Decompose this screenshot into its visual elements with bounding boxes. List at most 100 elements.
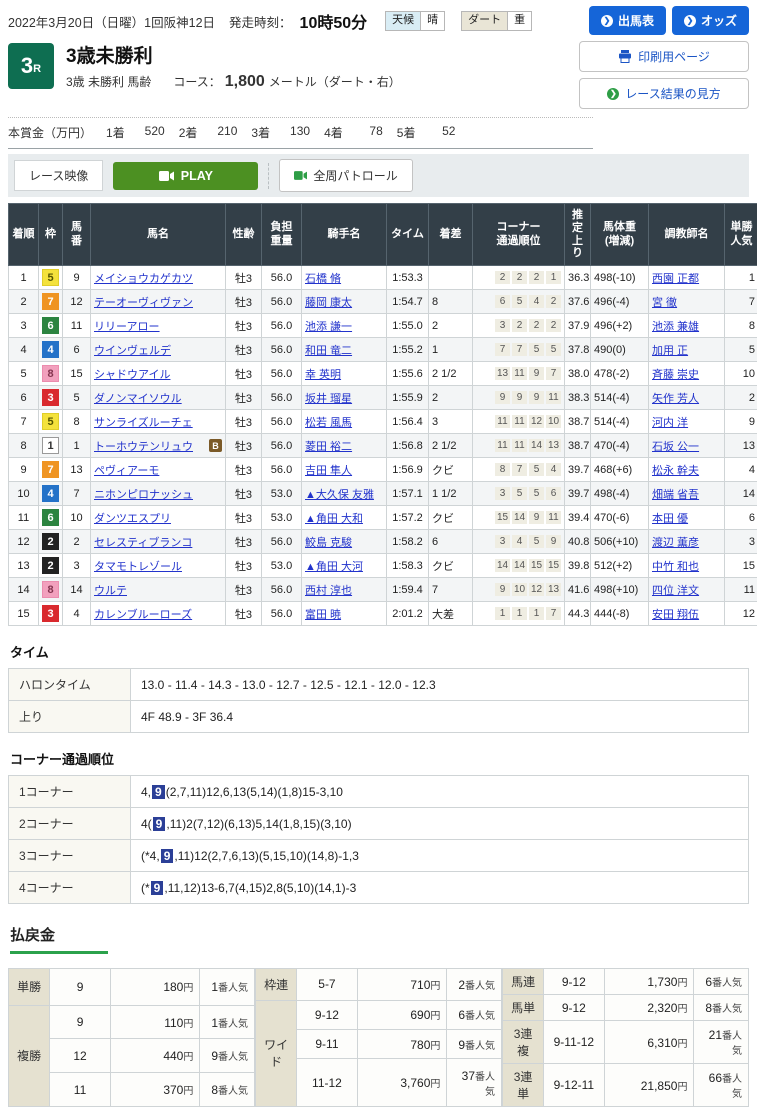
jockey-cell: 松若 風馬 — [302, 410, 387, 434]
jockey-name-link[interactable]: 松若 風馬 — [305, 417, 352, 429]
sex-age: 牡3 — [226, 506, 262, 530]
corner-position: 11 — [546, 391, 561, 404]
result-row: 1534カレンブルーローズ牡356.0富田 暁2:01.2大差111744.34… — [9, 602, 757, 626]
yen-suffix: 円 — [183, 1052, 193, 1063]
jockey-name-link[interactable]: 坂井 瑠星 — [305, 393, 352, 405]
horse-name-link[interactable]: リリーアロー — [94, 318, 160, 334]
body-weight: 514(-4) — [591, 386, 649, 410]
jockey-name-link[interactable]: 鮫島 克駿 — [305, 537, 352, 549]
horse-name-cell: メイショウカゲカツ — [91, 266, 226, 290]
course-detail: メートル（ダート・右） — [269, 73, 401, 90]
horse-name-link[interactable]: シャドウアイル — [94, 366, 170, 382]
trainer-name-link[interactable]: 西園 正都 — [652, 273, 699, 285]
horse-name-link[interactable]: ペヴィアーモ — [94, 462, 159, 478]
bet-type-label: ワイド — [256, 1000, 297, 1106]
frame-cell: 7 — [39, 458, 63, 482]
col-corner-order: コーナー 通過順位 — [473, 204, 565, 266]
trainer-name-link[interactable]: 石坂 公一 — [652, 441, 699, 453]
jockey-name-link[interactable]: 石橋 脩 — [305, 273, 341, 285]
result-row: 11610ダンツエスプリ牡353.0▲角田 大和1:57.2クビ15149113… — [9, 506, 757, 530]
corner-position: 7 — [512, 343, 527, 356]
trainer-name-link[interactable]: 矢作 芳人 — [652, 393, 699, 405]
play-video-button[interactable]: PLAY — [113, 162, 258, 190]
frame-cell: 4 — [39, 338, 63, 362]
jockey-name-link[interactable]: 池添 謙一 — [305, 321, 352, 333]
trainer-name-link[interactable]: 加用 正 — [652, 345, 688, 357]
frame-cell: 3 — [39, 602, 63, 626]
result-guide-button[interactable]: ❯ レース結果の見方 — [579, 78, 749, 109]
trainer-name-link[interactable]: 宮 徹 — [652, 297, 677, 309]
estimated-last3f: 44.3 — [565, 602, 591, 626]
jockey-name-link[interactable]: 吉田 隼人 — [305, 465, 352, 477]
body-weight: 496(-4) — [591, 290, 649, 314]
jockey-name-link[interactable]: 西村 淳也 — [305, 585, 352, 597]
finish-time: 1:55.9 — [387, 386, 429, 410]
trainer-name-link[interactable]: 斉藤 崇史 — [652, 369, 699, 381]
payout-amount: 370円 — [110, 1073, 200, 1107]
horse-name-link[interactable]: ウインヴェルデ — [94, 342, 171, 358]
jockey-name-link[interactable]: 幸 英明 — [305, 369, 341, 381]
win-popularity: 7 — [725, 290, 757, 314]
horse-name-link[interactable]: テーオーヴィヴァン — [94, 294, 193, 310]
trainer-name-link[interactable]: 河内 洋 — [652, 417, 688, 429]
corner-position: 9 — [546, 535, 561, 548]
trainer-name-link[interactable]: 四位 洋文 — [652, 585, 699, 597]
entries-button[interactable]: ❯ 出馬表 — [589, 6, 666, 35]
weather-badge: 天候 晴 — [385, 11, 445, 30]
horse-name-link[interactable]: メイショウカゲカツ — [94, 270, 193, 286]
horse-name-link[interactable]: カレンブルーローズ — [94, 606, 192, 622]
horse-name-link[interactable]: タマモトレゾール — [94, 558, 182, 574]
body-weight: 498(-10) — [591, 266, 649, 290]
horse-name-link[interactable]: ダンツエスプリ — [94, 510, 171, 526]
trainer-name-link[interactable]: 安田 翔伍 — [652, 609, 699, 621]
weather-value: 晴 — [420, 11, 445, 30]
payout-title: 払戻金 — [10, 924, 55, 945]
horse-name-link[interactable]: サンライズルーチェ — [94, 414, 193, 430]
trainer-name-link[interactable]: 本田 優 — [652, 513, 688, 525]
trainer-name-link[interactable]: 中竹 和也 — [652, 561, 699, 573]
horse-name-link[interactable]: ウルテ — [94, 582, 127, 598]
margin: 2 — [429, 386, 473, 410]
trainer-cell: 石坂 公一 — [649, 434, 725, 458]
body-weight: 470(-4) — [591, 434, 649, 458]
horse-name-link[interactable]: ダノンマイソウル — [94, 390, 182, 406]
odds-button[interactable]: ❯ オッズ — [672, 6, 749, 35]
prize-place: 3着 — [251, 124, 270, 141]
trainer-name-link[interactable]: 畑端 省吾 — [652, 489, 699, 501]
corner-order-cell: 99911 — [473, 386, 565, 410]
corner-label: 3コーナー — [9, 840, 131, 872]
horse-name-link[interactable]: セレスティブランコ — [94, 534, 192, 550]
jockey-name-link[interactable]: 和田 竜二 — [305, 345, 352, 357]
horse-name-link[interactable]: ニホンピロナッシュ — [94, 486, 193, 502]
carried-weight: 56.0 — [262, 434, 302, 458]
win-popularity: 5 — [725, 338, 757, 362]
frame-cell: 1 — [39, 434, 63, 458]
patrol-video-button[interactable]: 全周パトロール — [279, 159, 412, 192]
horse-name-link[interactable]: トーホウテンリュウ — [94, 438, 193, 454]
trainer-name-link[interactable]: 池添 兼雄 — [652, 321, 699, 333]
jockey-name-link[interactable]: 菱田 裕二 — [305, 441, 352, 453]
yen-suffix: 円 — [430, 1079, 440, 1090]
print-page-button[interactable]: 印刷用ページ — [579, 41, 749, 72]
sex-age: 牡3 — [226, 266, 262, 290]
yen-suffix: 円 — [183, 1086, 193, 1097]
jockey-cell: 和田 竜二 — [302, 338, 387, 362]
horse-name-cell: リリーアロー — [91, 314, 226, 338]
frame-number-badge: 3 — [42, 389, 59, 406]
trainer-name-link[interactable]: 渡辺 薫彦 — [652, 537, 699, 549]
body-weight: 490(0) — [591, 338, 649, 362]
result-row: 14814ウルテ牡356.0西村 淳也1:59.47910121341.6498… — [9, 578, 757, 602]
jockey-name-link[interactable]: ▲大久保 友雅 — [305, 489, 374, 501]
finish-order: 11 — [9, 506, 39, 530]
horse-name-cell: テーオーヴィヴァン — [91, 290, 226, 314]
jockey-name-link[interactable]: ▲角田 大河 — [305, 561, 363, 573]
jockey-name-link[interactable]: ▲角田 大和 — [305, 513, 363, 525]
corner-position: 13 — [495, 367, 510, 380]
carried-weight: 56.0 — [262, 578, 302, 602]
win-popularity: 12 — [725, 602, 757, 626]
jockey-name-link[interactable]: 藤岡 康太 — [305, 297, 352, 309]
corner-position: 15 — [529, 559, 544, 572]
sex-age: 牡3 — [226, 362, 262, 386]
trainer-name-link[interactable]: 松永 幹夫 — [652, 465, 699, 477]
jockey-name-link[interactable]: 富田 暁 — [305, 609, 341, 621]
